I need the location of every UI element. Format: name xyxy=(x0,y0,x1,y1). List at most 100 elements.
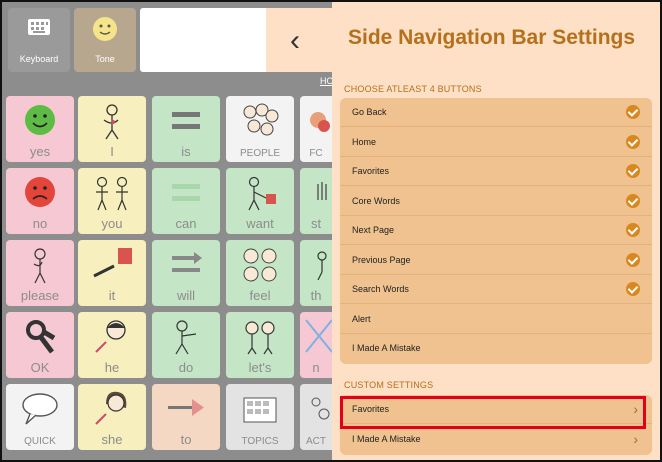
keyboard-button[interactable]: Keyboard xyxy=(8,8,70,72)
nav-option-next-page[interactable]: Next Page xyxy=(340,216,652,245)
checkmark-icon[interactable] xyxy=(626,164,640,178)
word-cell-st[interactable]: st xyxy=(300,168,332,234)
equals-icon xyxy=(172,112,200,129)
arrow-right-icon xyxy=(168,399,204,416)
selection-highlight xyxy=(340,396,646,429)
custom-setting-i-made-a-mistake[interactable]: I Made A Mistake › xyxy=(340,425,652,454)
food-icon xyxy=(310,112,330,132)
option-label: Home xyxy=(352,136,377,147)
checkmark-icon[interactable] xyxy=(626,105,640,119)
checkmark-icon[interactable] xyxy=(626,134,640,149)
cell-label: can xyxy=(175,216,197,231)
cell-label: th xyxy=(310,288,322,303)
word-cell-will[interactable]: will xyxy=(152,240,220,306)
word-cell-she[interactable]: she xyxy=(78,384,146,450)
option-label: Core Words xyxy=(352,195,400,206)
back-button[interactable]: ‹ xyxy=(266,8,332,72)
section-header-buttons: CHOOSE ATLEAST 4 BUTTONS xyxy=(344,84,482,94)
cell-label: let's xyxy=(248,360,272,375)
settings-panel: Side Navigation Bar Settings CHOOSE ATLE… xyxy=(332,2,660,460)
cell-label: feel xyxy=(249,288,271,303)
word-cell-want[interactable]: want xyxy=(226,168,294,234)
word-cell-act[interactable]: ACT xyxy=(300,384,332,450)
two-people-pointing-icon xyxy=(96,176,128,211)
equals-icon xyxy=(172,184,200,201)
cross-icon xyxy=(305,319,332,353)
chevron-left-icon: ‹ xyxy=(290,24,300,57)
nav-option-search-words[interactable]: Search Words xyxy=(340,275,652,304)
word-cell-n[interactable]: n xyxy=(300,312,332,378)
person-doing-icon xyxy=(175,320,197,355)
checkmark-icon[interactable] xyxy=(626,282,640,296)
happy-face-icon xyxy=(25,105,55,135)
cell-label: please xyxy=(20,288,60,303)
word-cell-i[interactable]: I xyxy=(78,96,146,162)
nav-option-go-back[interactable]: Go Back xyxy=(340,98,652,127)
person-please-icon xyxy=(33,248,46,284)
word-cell-feel[interactable]: feel xyxy=(226,240,294,306)
option-label: I Made A Mistake xyxy=(352,343,421,353)
word-cell-people[interactable]: PEOPLE xyxy=(226,96,294,162)
tone-button[interactable]: Tone xyxy=(74,8,136,72)
cell-label: he xyxy=(104,360,120,375)
chevron-right-icon: › xyxy=(633,431,638,447)
smiley-icon xyxy=(93,17,117,41)
person-self-icon xyxy=(103,104,119,140)
two-people-icon xyxy=(245,321,275,355)
cell-label: no xyxy=(32,216,48,231)
option-label: Go Back xyxy=(352,107,387,117)
word-cell-is[interactable]: is xyxy=(152,96,220,162)
checkmark-icon[interactable] xyxy=(626,252,640,267)
cell-label: yes xyxy=(29,144,51,159)
nav-option-favorites[interactable]: Favorites xyxy=(340,157,652,186)
cell-label: want xyxy=(246,216,274,231)
app-screen: Keyboard Tone ‹ HO yes I is PEOPLE FC no xyxy=(2,2,660,460)
person-wanting-icon xyxy=(248,176,276,211)
speech-bubble-icon xyxy=(22,393,58,425)
cell-label: you xyxy=(101,216,123,231)
word-cell-do[interactable]: do xyxy=(152,312,220,378)
word-cell-can[interactable]: can xyxy=(152,168,220,234)
keyboard-label: Keyboard xyxy=(19,54,59,64)
future-arrow-icon xyxy=(172,252,202,272)
message-bar[interactable] xyxy=(140,8,270,72)
nav-option-previous-page[interactable]: Previous Page xyxy=(340,246,652,275)
word-cell-yes[interactable]: yes xyxy=(6,96,74,162)
checkmark-icon[interactable] xyxy=(626,193,640,208)
nav-buttons-list: Go Back Home Favorites Core Words Next P… xyxy=(340,98,652,364)
word-cell-th[interactable]: th xyxy=(300,240,332,306)
ok-hand-icon xyxy=(26,320,56,354)
word-cell-he[interactable]: he xyxy=(78,312,146,378)
cell-label: to xyxy=(180,432,192,447)
nav-option-i-made-a-mistake[interactable]: I Made A Mistake xyxy=(340,334,652,363)
nav-option-alert[interactable]: Alert xyxy=(340,305,652,334)
word-cell-lets[interactable]: let's xyxy=(226,312,294,378)
word-cell-please[interactable]: please xyxy=(6,240,74,306)
sad-face-icon xyxy=(25,177,55,207)
cell-label: n xyxy=(312,360,320,375)
section-header-custom: CUSTOM SETTINGS xyxy=(344,380,434,390)
activity-icon xyxy=(311,397,330,420)
group-of-people-icon xyxy=(243,103,279,136)
cell-label: do xyxy=(178,360,194,375)
word-cell-it[interactable]: it xyxy=(78,240,146,306)
nav-option-core-words[interactable]: Core Words xyxy=(340,187,652,216)
topics-grid-icon xyxy=(243,397,277,423)
checkmark-icon[interactable] xyxy=(626,223,640,237)
option-label: Next Page xyxy=(352,225,395,235)
nav-option-home[interactable]: Home xyxy=(340,128,652,157)
cell-label: I xyxy=(110,144,114,159)
word-cell-to[interactable]: to xyxy=(152,384,220,450)
cell-label: TOPICS xyxy=(241,436,279,447)
word-cell-no[interactable]: no xyxy=(6,168,74,234)
cell-label: will xyxy=(176,288,196,303)
word-cell-topics[interactable]: TOPICS xyxy=(226,384,294,450)
cell-label: is xyxy=(181,144,191,159)
word-cell-quick[interactable]: QUICK xyxy=(6,384,74,450)
option-label: Search Words xyxy=(352,284,409,294)
hand-stop-icon xyxy=(317,182,327,200)
word-cell-fc[interactable]: FC xyxy=(300,96,332,162)
word-cell-you[interactable]: you xyxy=(78,168,146,234)
cell-label: OK xyxy=(30,360,50,375)
word-cell-ok[interactable]: OK xyxy=(6,312,74,378)
